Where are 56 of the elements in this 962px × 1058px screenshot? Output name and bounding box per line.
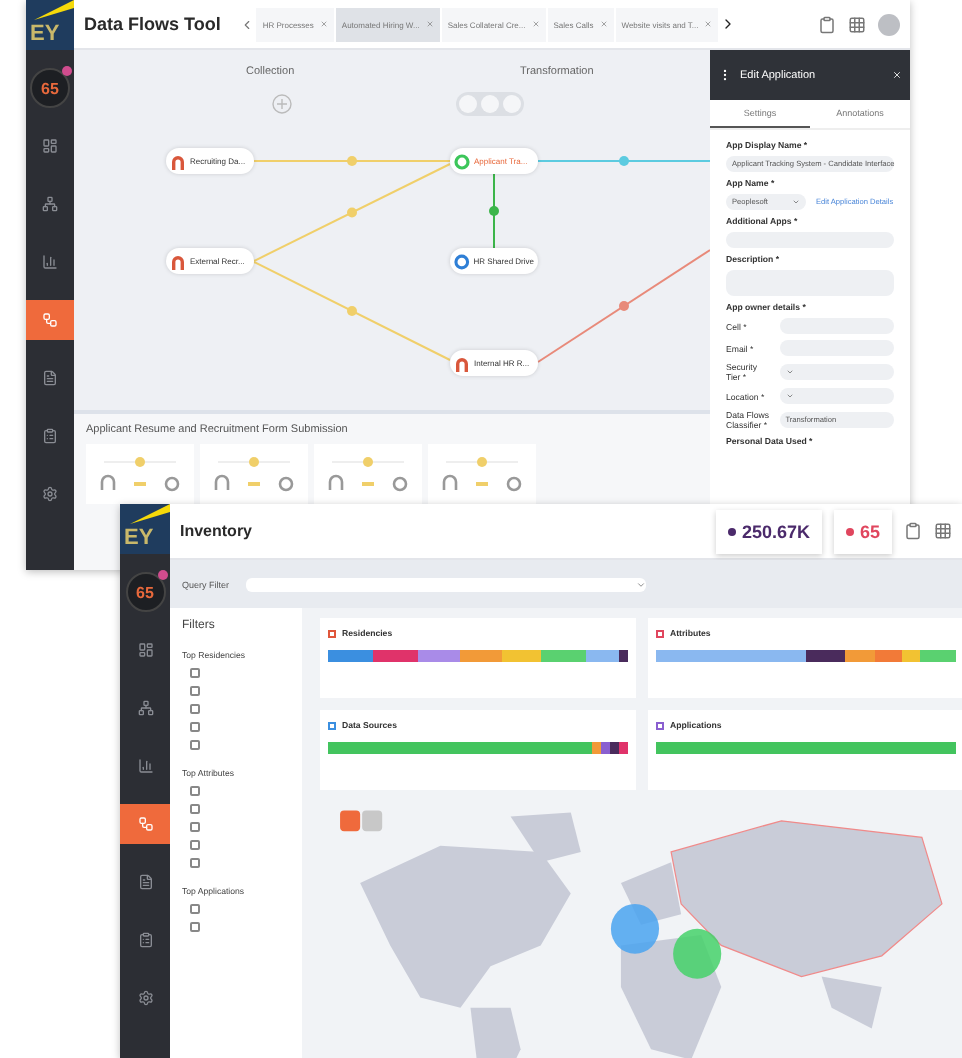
apps-grid-button[interactable] — [848, 15, 866, 33]
stat-value: 250.67K — [741, 521, 810, 541]
checkbox[interactable] — [190, 804, 200, 814]
clipboard-button[interactable] — [818, 15, 836, 33]
logo: EY — [26, 0, 74, 50]
mini-flow-drawing — [438, 454, 526, 494]
document-icon — [137, 874, 153, 890]
app-title: Data Flows Tool — [84, 14, 221, 34]
bar-chart-icon — [137, 758, 153, 774]
checkbox[interactable] — [190, 840, 200, 850]
clipboard-button[interactable] — [904, 522, 922, 540]
network-icon — [137, 700, 153, 716]
nav-button[interactable] — [26, 300, 74, 340]
chevron-down-icon — [635, 579, 646, 589]
avatar[interactable] — [878, 13, 900, 35]
mini-flow-drawing — [324, 454, 412, 494]
user-group-icon — [456, 92, 524, 116]
dashboard-icon — [42, 138, 58, 154]
page-title: Inventory — [180, 522, 253, 540]
workflow-icon — [42, 312, 58, 328]
clipboard-icon — [137, 932, 153, 948]
workflow-icon — [137, 816, 153, 832]
count-badge: 65 — [30, 68, 70, 108]
nav-button[interactable] — [120, 804, 170, 844]
flow-card[interactable] — [86, 444, 194, 504]
network-icon — [42, 196, 58, 212]
checkbox[interactable] — [190, 722, 200, 732]
checkbox[interactable] — [190, 668, 200, 678]
checkbox[interactable] — [190, 822, 200, 832]
logo: EY — [120, 504, 170, 554]
scroll-left-button[interactable] — [240, 17, 255, 31]
more-icon[interactable] — [718, 68, 732, 82]
mini-flow-drawing — [96, 454, 184, 494]
stat-value: 65 — [859, 521, 880, 541]
dashboard-icon — [137, 642, 153, 658]
flow-card[interactable] — [200, 444, 308, 504]
clipboard-icon — [42, 428, 58, 444]
apps-grid-button[interactable] — [934, 522, 952, 540]
bar-chart-icon — [42, 254, 58, 270]
count-badge: 65 — [125, 572, 165, 612]
checkbox[interactable] — [190, 704, 200, 714]
checkbox[interactable] — [190, 904, 200, 914]
settings-icon — [137, 990, 153, 1006]
flow-card[interactable] — [314, 444, 422, 504]
settings-icon — [42, 486, 58, 502]
checkbox[interactable] — [190, 858, 200, 868]
select-field[interactable] — [779, 364, 894, 380]
document-icon — [42, 370, 58, 386]
checkbox[interactable] — [190, 786, 200, 796]
select-field[interactable] — [779, 388, 894, 404]
checkbox[interactable] — [190, 740, 200, 750]
mini-flow-drawing — [210, 454, 298, 494]
query-field[interactable] — [245, 577, 646, 591]
checkbox[interactable] — [190, 922, 200, 932]
flow-card[interactable] — [428, 444, 536, 504]
checkbox[interactable] — [190, 686, 200, 696]
